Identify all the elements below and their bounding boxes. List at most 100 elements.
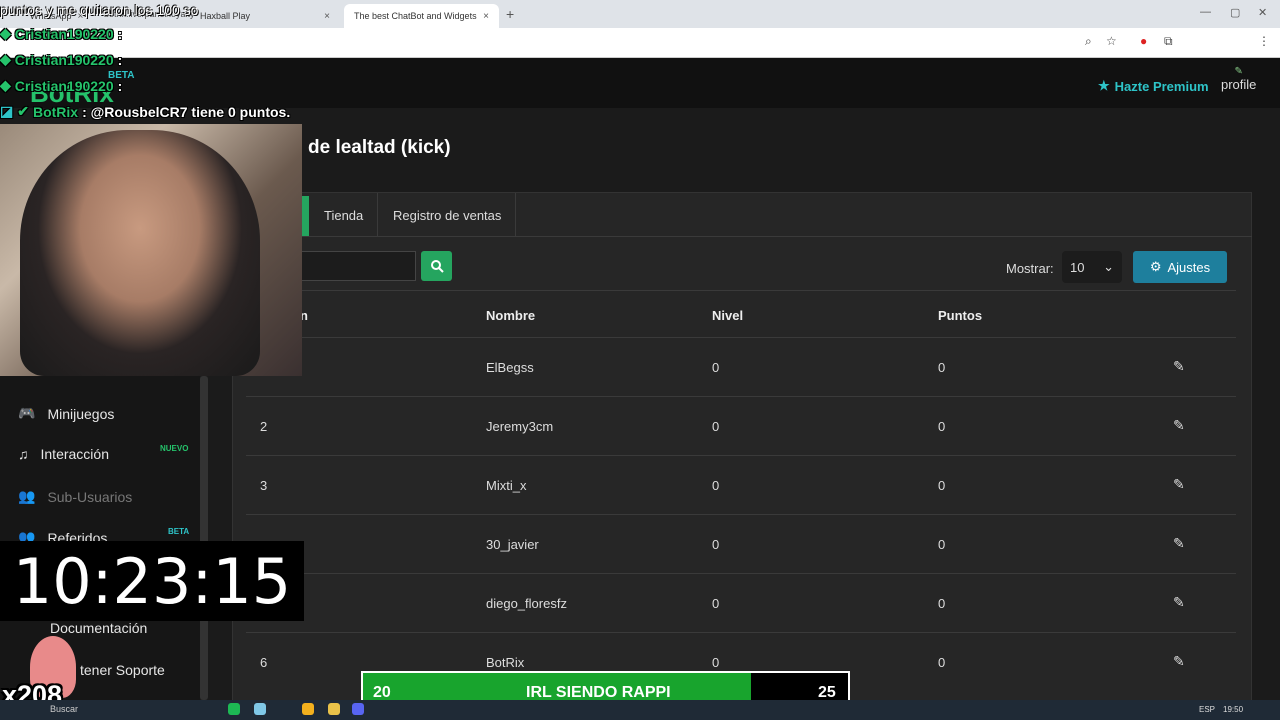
sidebar-item-documentacion[interactable]: Documentación (50, 620, 147, 636)
page-size-value: 10 (1070, 259, 1085, 275)
points-cell: 0 (938, 596, 946, 611)
sidebar-item-sub-usuarios[interactable]: 👥 Sub-Usuarios (18, 488, 132, 505)
folder-icon[interactable] (328, 703, 340, 715)
verified-icon: ✔ (17, 103, 29, 119)
browser-tab-active[interactable]: The best ChatBot and Widgets × (344, 4, 499, 28)
sidebar-item-label: Interacción (40, 446, 109, 462)
gamepad-icon: 🎮 (18, 405, 36, 421)
taskbar-language[interactable]: ESP (1199, 705, 1215, 714)
rank-cell: 6 (260, 655, 268, 670)
browser-tab-label: The best ChatBot and Widgets (354, 11, 477, 21)
edit-pencil-icon[interactable]: ✎ (1173, 535, 1185, 552)
sidebar-item-soporte[interactable]: tener Soporte (80, 662, 165, 678)
sidebar-item-label: tener Soporte (80, 662, 165, 678)
chat-user: Cristian190220 (14, 25, 114, 42)
points-cell: 0 (938, 360, 946, 375)
chat-message: ◆ Cristian190220 : (0, 77, 122, 94)
level-cell: 0 (712, 596, 720, 611)
search-button[interactable] (421, 251, 452, 281)
page-title: de lealtad (kick) (308, 137, 451, 158)
edit-pencil-icon[interactable]: ✎ (1173, 476, 1185, 493)
edit-pencil-icon[interactable]: ✎ (1173, 358, 1185, 375)
rank-cell: 3 (260, 478, 268, 493)
chat-text: : (117, 77, 123, 94)
name-cell: Mixti_x (486, 478, 527, 493)
taskbar-search[interactable]: Buscar (50, 704, 78, 714)
chrome-icon[interactable] (302, 703, 314, 715)
tab-registro-ventas[interactable]: Registro de ventas (379, 193, 517, 237)
close-icon[interactable]: × (483, 11, 489, 22)
page-size-select[interactable]: 10 ⌄ (1062, 251, 1122, 283)
minimize-icon[interactable]: — (1200, 6, 1211, 18)
chat-user: Cristian190220 (14, 51, 114, 68)
app-icon[interactable] (254, 703, 266, 715)
sidebar-item-minijuegos[interactable]: 🎮 Minijuegos (18, 405, 114, 422)
taskbar-clock[interactable]: 19:50 (1223, 705, 1243, 714)
sidebar-item-interaccion[interactable]: ♫ Interacción (18, 446, 109, 462)
tab-label: Tienda (324, 207, 364, 223)
music-note-icon: ♫ (18, 446, 29, 462)
star-icon: ★ (1098, 78, 1110, 93)
new-tab-icon[interactable]: + (506, 6, 514, 22)
diamond-icon: ◆ (0, 51, 11, 67)
sidebar-item-label: Sub-Usuarios (47, 488, 133, 505)
column-header-points[interactable]: Puntos (938, 308, 982, 323)
premium-link[interactable]: ★ Hazte Premium (1098, 78, 1209, 94)
table-row: ElBegss 0 0 ✎ (246, 337, 1236, 396)
table-row: 30_javier 0 0 ✎ (246, 514, 1236, 573)
level-cell: 0 (712, 478, 720, 493)
close-icon[interactable]: × (324, 11, 330, 22)
chat-message: ◆ Cristian190220 : (0, 51, 122, 68)
chat-message: ◆ Cristian190220 : (0, 25, 122, 42)
search-input[interactable] (300, 251, 416, 281)
extension-icon[interactable]: ● (1140, 34, 1147, 48)
bot-icon: ◪ (0, 103, 14, 119)
new-badge: NUEVO (160, 444, 189, 453)
browser-tab[interactable]: Haxball Play × (190, 4, 340, 28)
points-cell: 0 (938, 478, 946, 493)
users-icon: 👥 (18, 488, 36, 504)
points-cell: 0 (938, 537, 946, 552)
chat-text: : (117, 51, 123, 68)
zoom-icon[interactable]: ⌕ (1085, 34, 1092, 49)
bookmark-star-icon[interactable]: ☆ (1106, 34, 1117, 48)
table-row: 2 Jeremy3cm 0 0 ✎ (246, 396, 1236, 455)
window-close-icon[interactable]: ✕ (1258, 6, 1267, 19)
edit-pencil-icon[interactable]: ✎ (1173, 594, 1185, 611)
browser-menu-icon[interactable]: ⋮ (1258, 34, 1270, 48)
settings-button[interactable]: ⚙ Ajustes (1133, 251, 1227, 283)
beta-badge: BETA (168, 527, 190, 536)
search-icon (430, 260, 444, 273)
level-cell: 0 (712, 360, 720, 375)
profile-link[interactable]: ✎ profile (1221, 66, 1256, 92)
column-header-level[interactable]: Nivel (712, 308, 743, 323)
column-header-name[interactable]: Nombre (486, 308, 535, 323)
level-cell: 0 (712, 655, 720, 670)
webcam-person (20, 130, 260, 376)
taskbar (0, 700, 1280, 720)
sidebar-item-label: Minijuegos (47, 405, 115, 422)
chat-user: BotRix (32, 103, 79, 120)
avatar: ✎ (1234, 66, 1243, 77)
chat-user: Cristian190220 (14, 77, 114, 94)
sidebar-item-label: Documentación (50, 620, 148, 636)
page-size-label: Mostrar: (1006, 261, 1054, 276)
chat-text: : @RousbelCR7 tiene 0 puntos. (82, 103, 291, 120)
discord-icon[interactable] (352, 703, 364, 715)
name-cell: BotRix (486, 655, 525, 670)
edit-pencil-icon[interactable]: ✎ (1173, 653, 1185, 670)
maximize-icon[interactable]: ▢ (1230, 6, 1240, 19)
edit-pencil-icon[interactable]: ✎ (1173, 417, 1185, 434)
sidebar-scrollbar[interactable] (200, 376, 208, 700)
spotify-icon[interactable] (228, 703, 240, 715)
stream-clock: 10:23:15 (0, 541, 304, 621)
gears-icon: ⚙ (1149, 259, 1162, 274)
chat-text: : (117, 25, 123, 42)
extensions-puzzle-icon[interactable]: ⧉ (1164, 34, 1173, 49)
table-row: diego_floresfz 0 0 ✎ (246, 573, 1236, 632)
profile-label: profile (1221, 77, 1257, 92)
tab-label: Registro de ventas (393, 207, 502, 223)
premium-label: Hazte Premium (1114, 78, 1209, 94)
tab-tienda[interactable]: Tienda (310, 193, 379, 237)
rank-cell: 2 (260, 419, 268, 434)
